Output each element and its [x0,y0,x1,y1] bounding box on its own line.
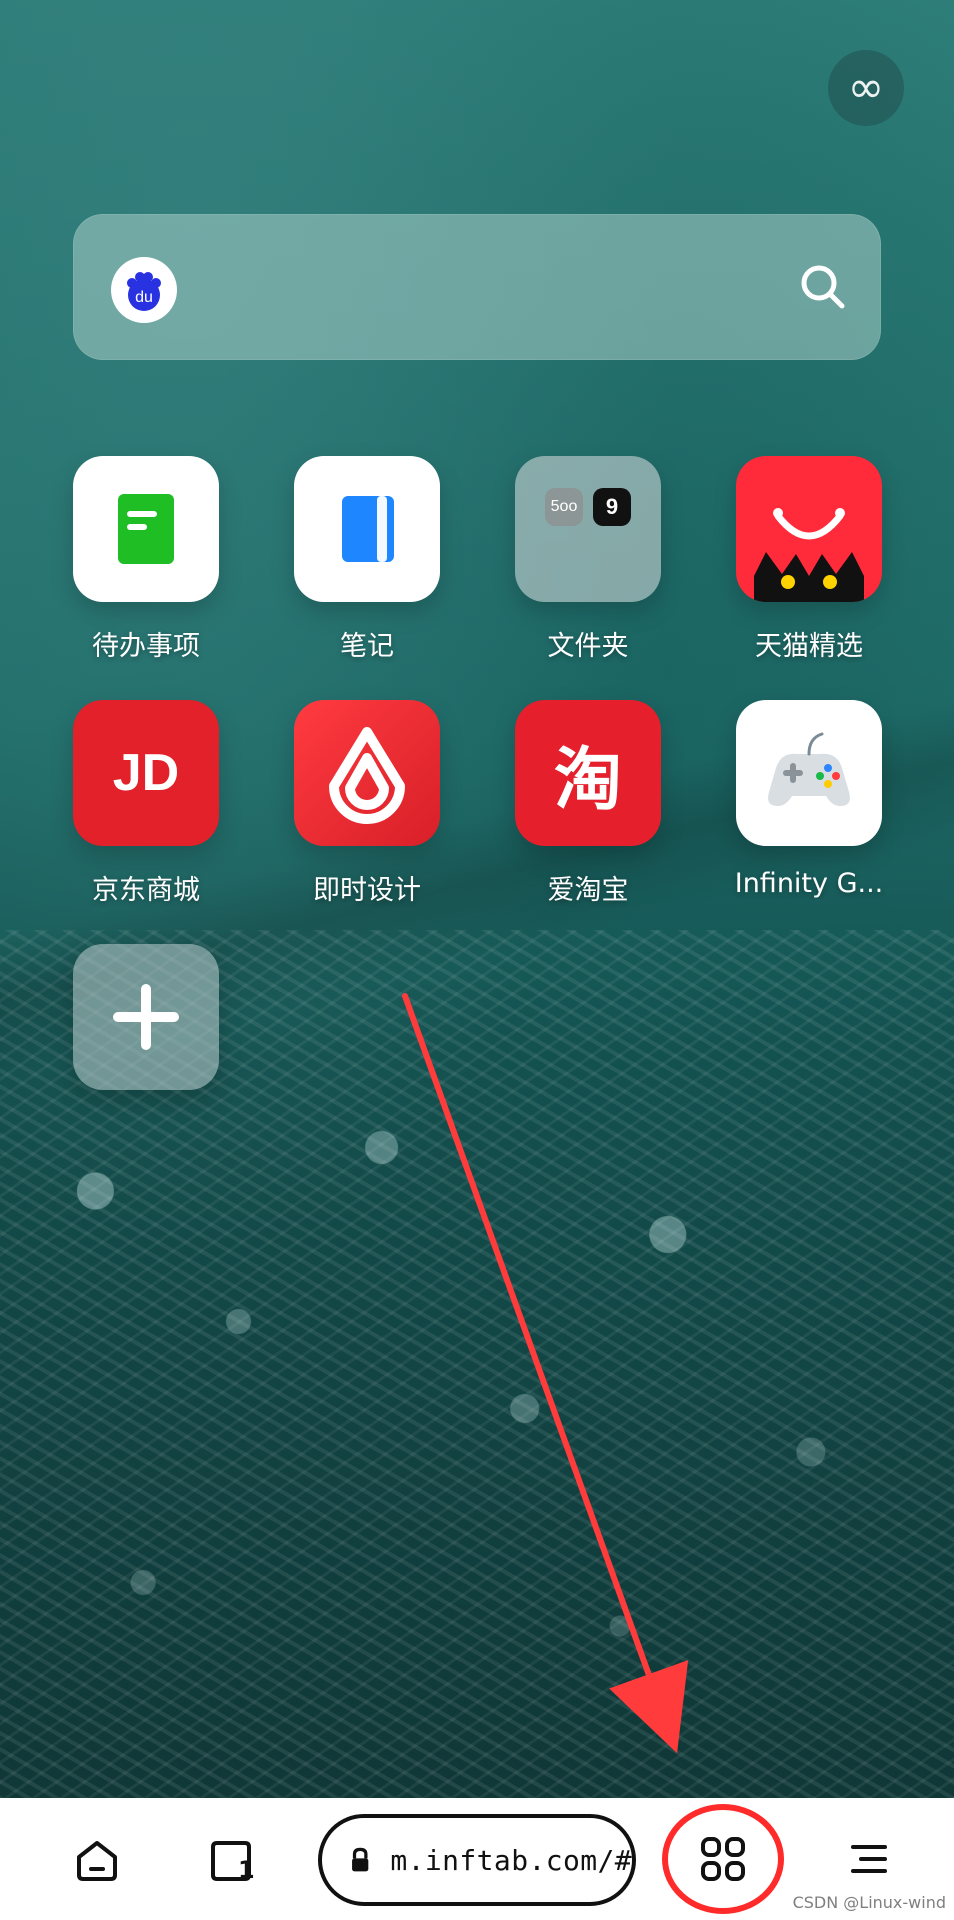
lock-icon [352,1847,369,1872]
shortcut-tile[interactable]: 淘 爱淘宝 [515,700,661,906]
search-bar[interactable]: du [73,214,881,360]
todo-icon [73,456,219,602]
taobao-icon-text: 淘 [553,740,622,820]
shortcut-label: 待办事项 [92,631,200,662]
shortcut-tile[interactable]: 5oo 9 文件夹 [515,456,661,662]
js-design-glyph-icon [329,727,405,824]
search-icon[interactable] [783,247,863,327]
tab-count: 1 [238,1856,255,1884]
grid-icon [701,1837,745,1881]
bottom-navigation: 1 m.inftab.com/# CSDN @Linux-wind [0,1798,954,1920]
baidu-engine-button[interactable]: du [111,257,177,323]
jd-icon-text: JD [112,744,180,802]
address-bar[interactable]: m.inftab.com/# [318,1814,636,1906]
shortcut-label: 爱淘宝 [547,875,629,906]
folder-badge-9: 9 [593,488,631,526]
search-input[interactable] [203,254,767,322]
watermark-text: CSDN @Linux-wind [792,1893,946,1912]
url-text: m.inftab.com/# [390,1843,632,1877]
folder-icon: 5oo 9 [515,456,661,602]
notes-glyph-icon [342,496,394,562]
shortcut-tile[interactable]: 即时设计 [294,700,440,906]
shortcut-tile[interactable]: 天猫精选 [736,456,882,662]
folder-badge-500: 5oo [545,488,583,526]
jd-icon: JD [73,700,219,846]
shortcut-tile[interactable]: JD 京东商城 [73,700,219,906]
home-button[interactable] [54,1816,140,1902]
shortcut-label: 天猫精选 [755,631,863,662]
infinity-icon-button[interactable]: ∞ [828,50,904,126]
shortcut-label: Infinity G... [734,868,884,899]
js-design-icon [294,700,440,846]
menu-icon [851,1845,887,1873]
tmall-icon [736,456,882,602]
shortcut-label: 即时设计 [313,875,421,906]
shortcut-label: 京东商城 [92,875,200,906]
notes-icon [294,456,440,602]
taobao-icon: 淘 [515,700,661,846]
screen: ∞ du 待办事项 笔记 5oo 9 文件夹 天猫精选 JD 京东商城 即时设计… [0,0,954,1920]
plus-icon [113,984,179,1050]
apps-grid-button[interactable] [680,1816,766,1902]
add-shortcut-tile[interactable] [73,944,219,1120]
todo-glyph-icon [118,494,174,564]
home-icon [77,1841,117,1881]
baidu-paw-icon: du [127,272,161,311]
shortcut-tile[interactable]: Infinity G... [735,700,883,899]
game-controller-icon [736,700,882,846]
tabs-button[interactable]: 1 [188,1816,274,1902]
controller-glyph-icon [768,732,850,806]
infinity-icon: ∞ [847,62,885,113]
shortcut-grid: 待办事项 笔记 5oo 9 文件夹 天猫精选 JD 京东商城 即时设计 淘 爱淘… [0,456,954,1096]
menu-button[interactable] [826,1816,912,1902]
shortcut-label: 文件夹 [547,631,629,662]
tmall-glyph-icon [754,508,864,602]
shortcut-tile[interactable]: 笔记 [294,456,440,662]
shortcut-label: 笔记 [340,631,394,662]
engine-name: du [135,289,153,306]
shortcut-tile[interactable]: 待办事项 [73,456,219,662]
magnifier-icon [801,265,845,309]
add-shortcut-icon [73,944,219,1090]
